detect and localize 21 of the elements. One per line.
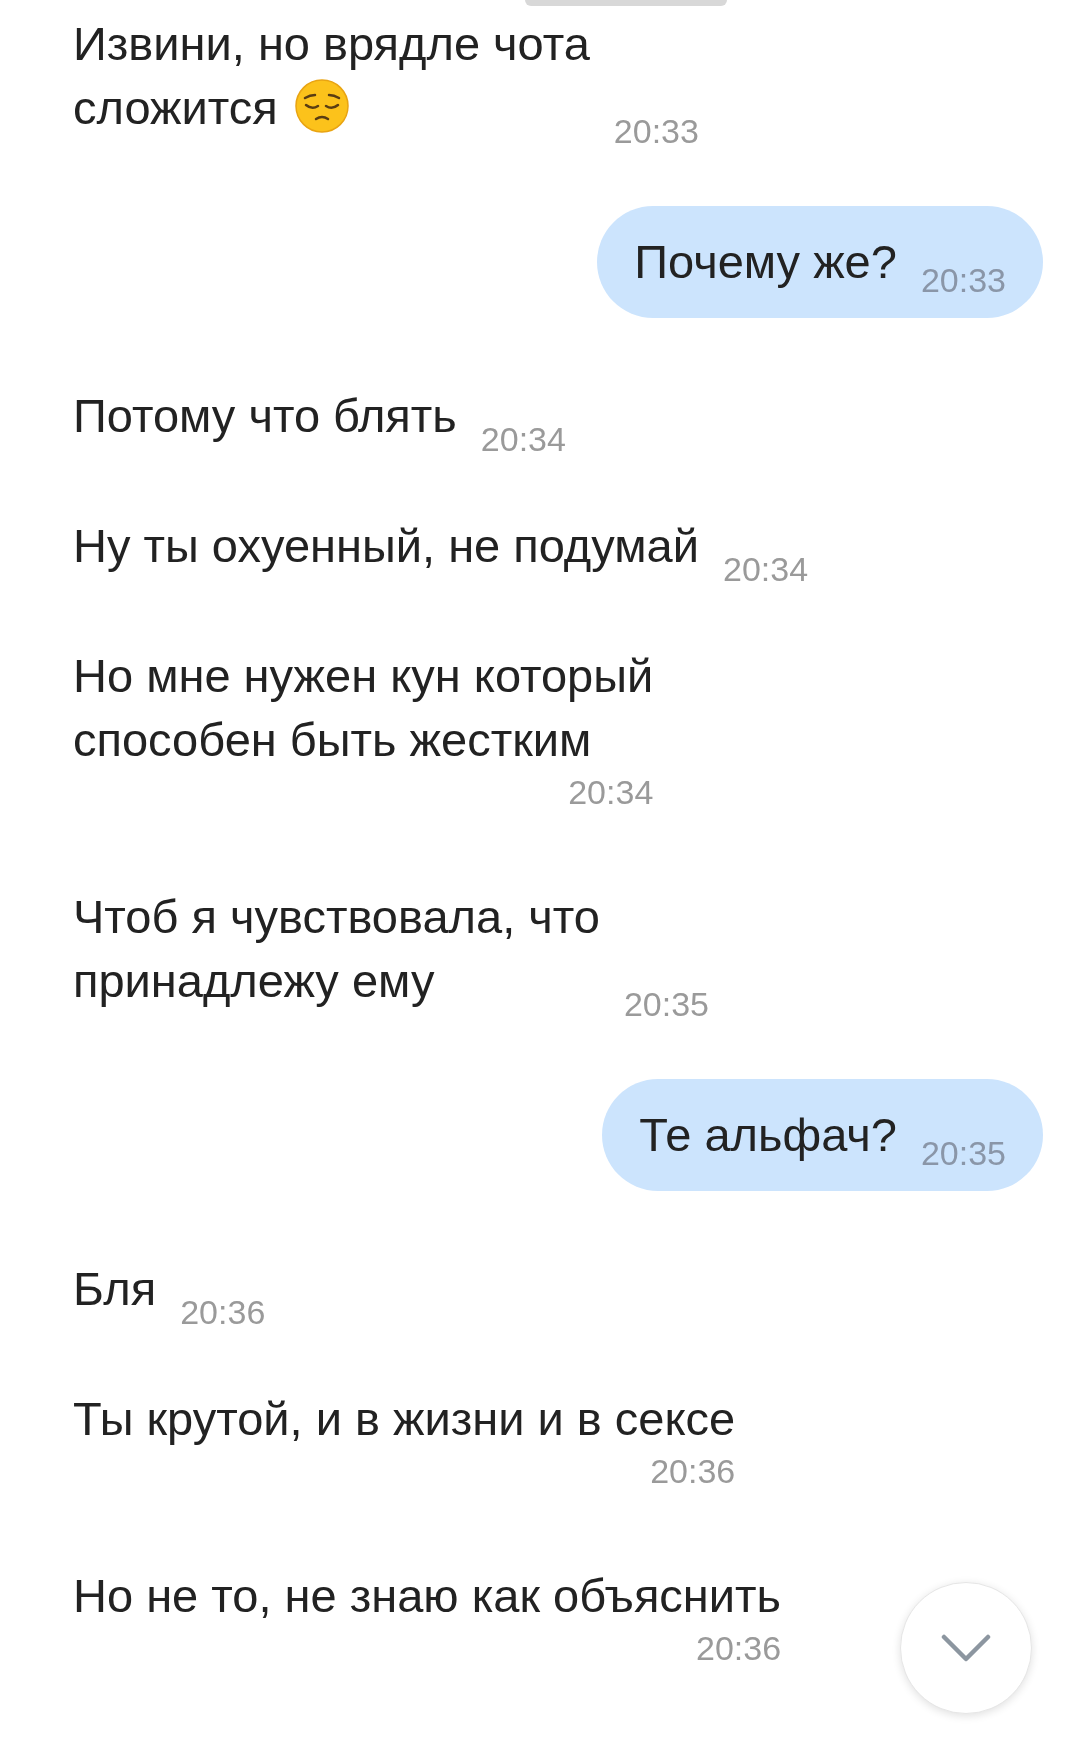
message-time: 20:36: [180, 1293, 266, 1331]
message-text: Потому что блять: [73, 388, 457, 444]
message-text: Почему же?: [634, 233, 897, 290]
message-text: Но не то, не знаю как объяснить: [73, 1568, 782, 1624]
message-time: 20:34: [722, 550, 809, 588]
message-text: Ты крутой, и в жизни и в сексе: [73, 1391, 736, 1447]
message-time: 20:34: [568, 773, 654, 811]
message-time: 20:33: [613, 112, 699, 150]
message-time: 20:34: [480, 420, 566, 458]
message-text: Бля: [73, 1261, 157, 1317]
message-time: 20:36: [650, 1452, 736, 1490]
message-text: Ну ты охуенный, не подумай: [73, 518, 699, 574]
message-text: Те альфач?: [639, 1106, 897, 1163]
message-text: Извини, но врядле чота сложится: [73, 16, 590, 136]
message-text: Чтоб я чувствовала, что принадлежу ему: [73, 889, 600, 1009]
chevron-down-icon: [941, 1634, 991, 1662]
message-time: 20:35: [623, 985, 709, 1023]
message-text: Но мне нужен кун который способен быть жестким: [73, 648, 654, 768]
message-time: 20:33: [920, 259, 1006, 301]
message-time: 20:36: [695, 1629, 782, 1667]
message-time: 20:35: [920, 1132, 1006, 1174]
